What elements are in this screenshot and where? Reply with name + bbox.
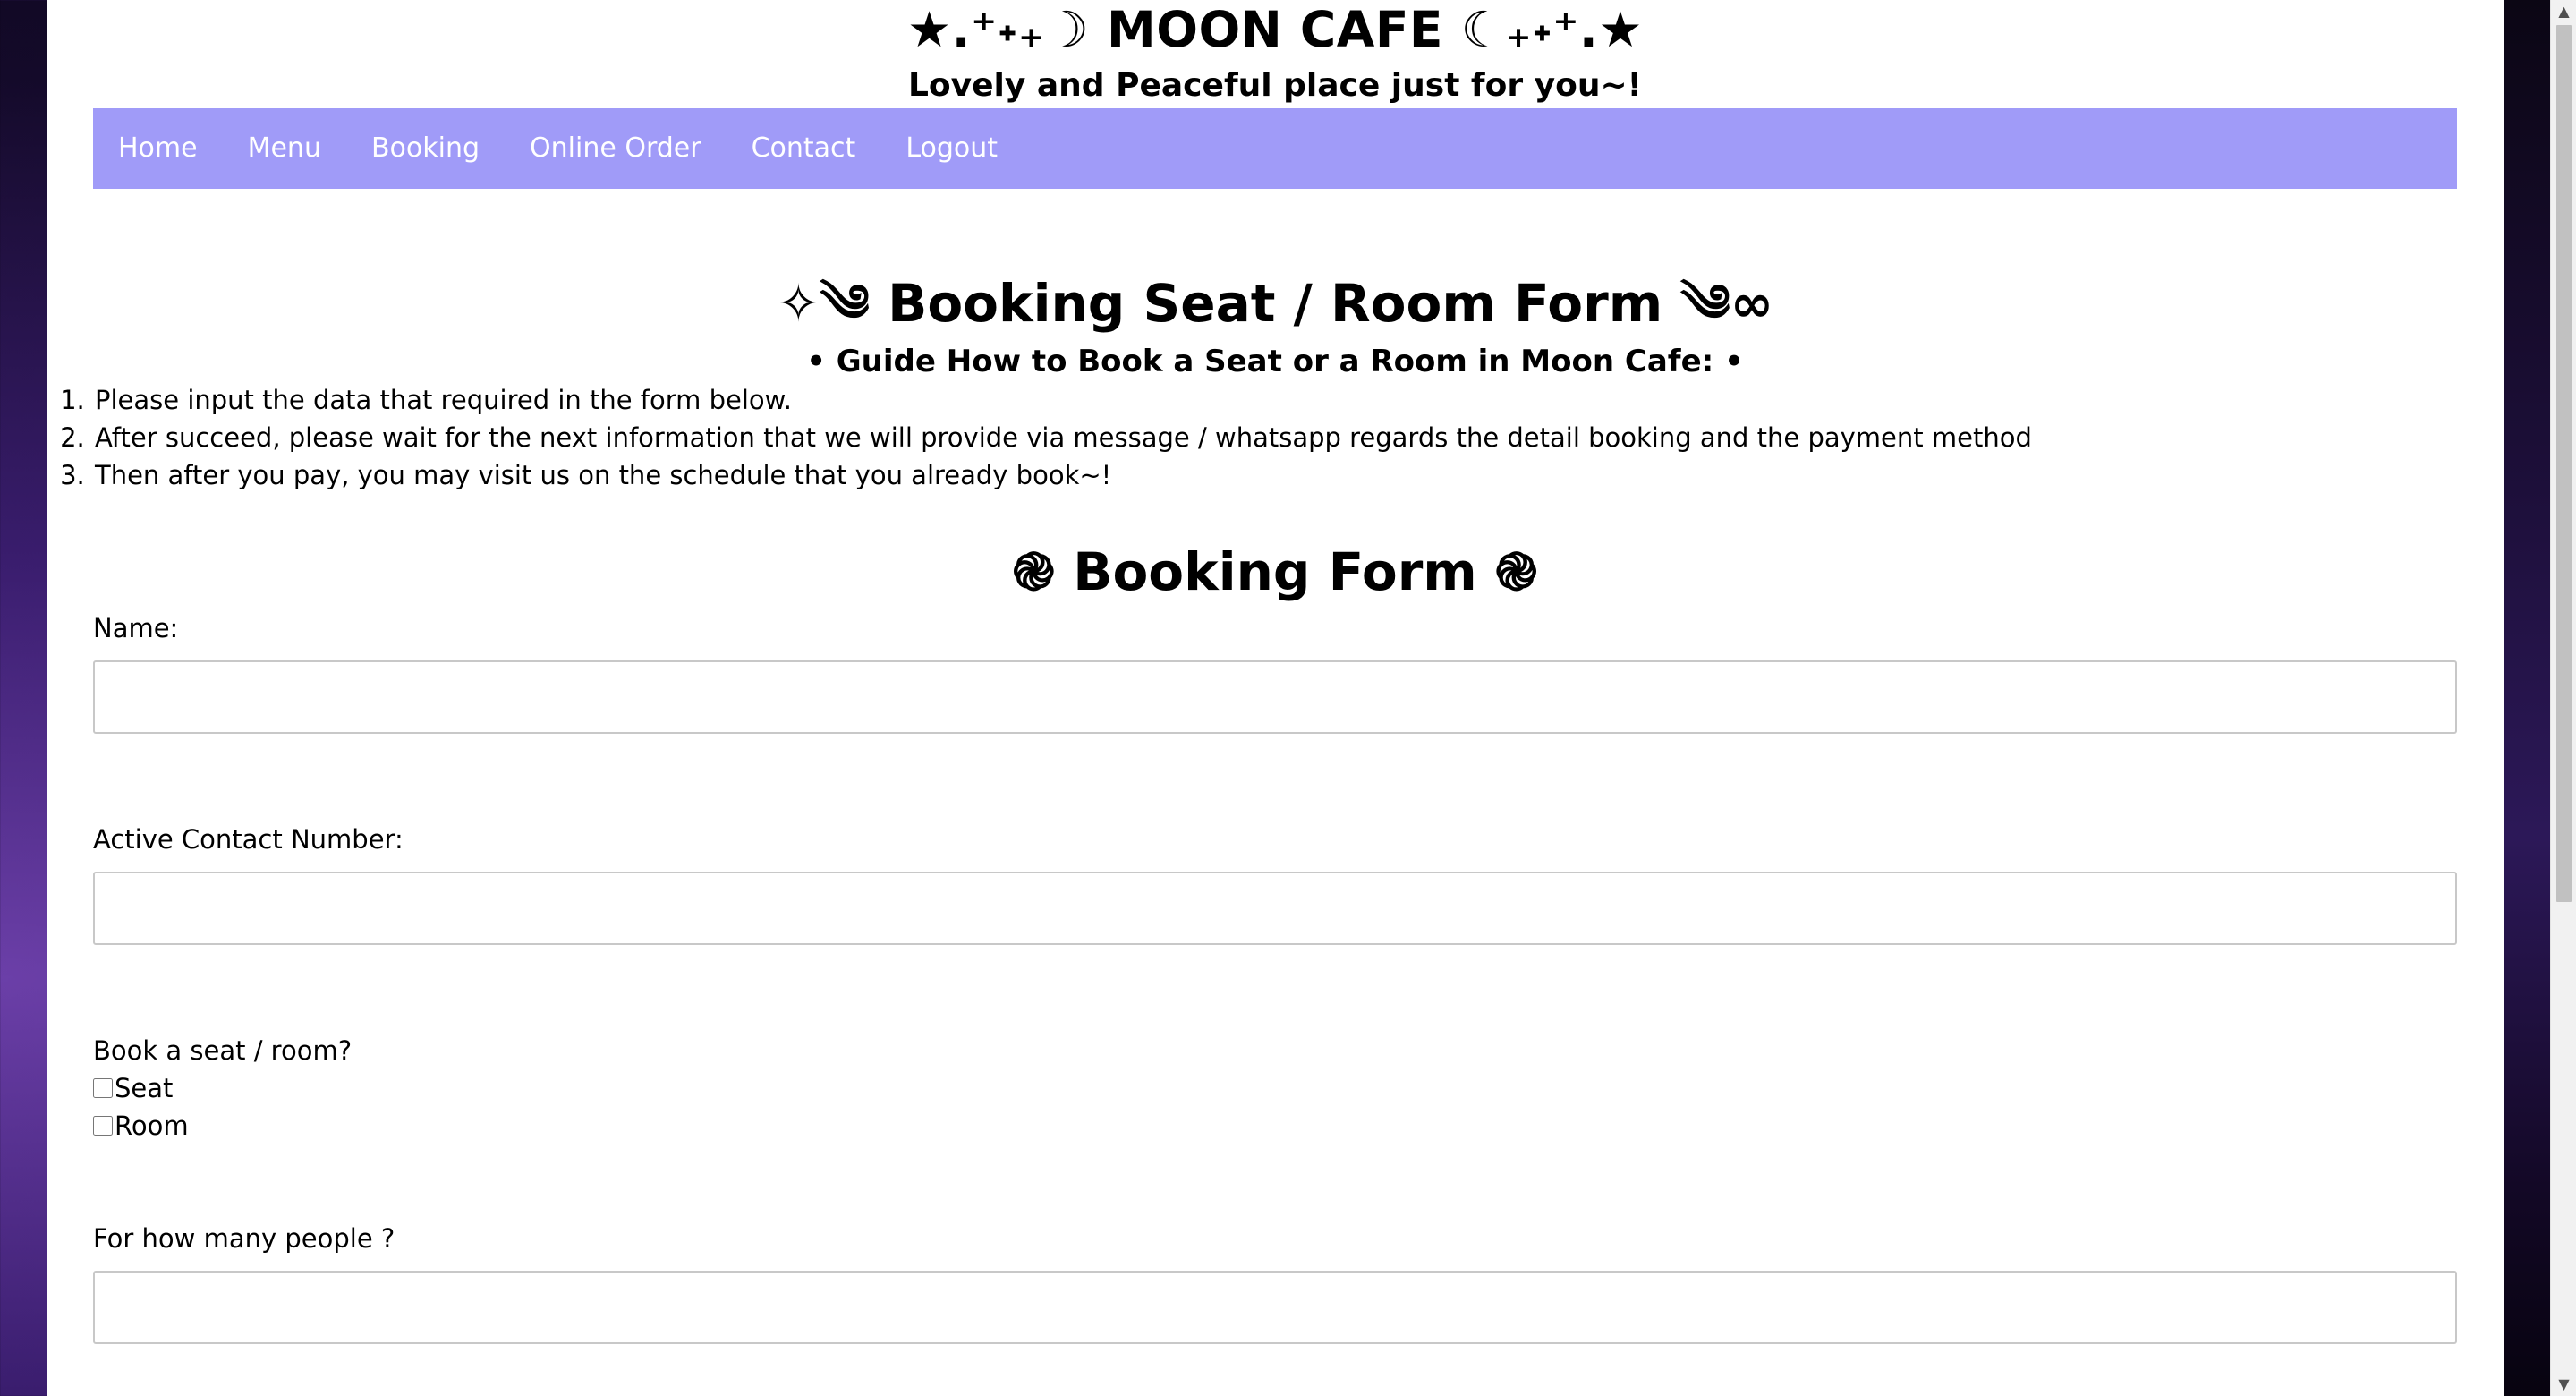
room-checkbox[interactable] — [93, 1116, 113, 1136]
nav-booking[interactable]: Booking — [346, 108, 505, 189]
room-option-label: Room — [115, 1111, 189, 1141]
nav-logout[interactable]: Logout — [880, 108, 1023, 189]
vertical-scrollbar[interactable]: ▲ ▼ — [2550, 0, 2576, 1396]
nav-contact[interactable]: Contact — [727, 108, 881, 189]
guide-step: Then after you pay, you may visit us on … — [93, 456, 2464, 494]
page-content: ★.⁺˖₊☽ MOON CAFE ☾₊˖⁺.★ Lovely and Peace… — [47, 0, 2504, 1396]
contact-number-input[interactable] — [93, 872, 2457, 945]
scroll-up-icon[interactable]: ▲ — [2551, 0, 2576, 23]
scroll-down-icon[interactable]: ▼ — [2551, 1373, 2576, 1396]
booking-form-title: ֎ Booking Form ֎ — [1012, 541, 1538, 602]
contact-number-label: Active Contact Number: — [93, 824, 404, 855]
nav-menu[interactable]: Menu — [223, 108, 346, 189]
guide-step: Please input the data that required in t… — [93, 381, 2464, 419]
guide-steps-list: Please input the data that required in t… — [47, 381, 2464, 494]
nav-online-order[interactable]: Online Order — [505, 108, 727, 189]
guide-title: • Guide How to Book a Seat or a Room in … — [806, 344, 1744, 379]
people-count-input[interactable] — [93, 1271, 2457, 1344]
site-title: ★.⁺˖₊☽ MOON CAFE ☾₊˖⁺.★ — [906, 1, 1644, 58]
background-right-strip — [2504, 0, 2550, 1396]
main-navbar: Home Menu Booking Online Order Contact L… — [93, 108, 2457, 189]
site-tagline: Lovely and Peaceful place just for you~! — [907, 67, 1643, 104]
scrollbar-thumb[interactable] — [2556, 25, 2572, 902]
booking-page-title: ✧༄ Booking Seat / Room Form ༄∞ — [776, 273, 1774, 334]
seat-option[interactable]: Seat — [93, 1070, 173, 1106]
book-type-label: Book a seat / room? — [93, 1035, 353, 1066]
people-count-label: For how many people ? — [93, 1223, 395, 1254]
name-input[interactable] — [93, 660, 2457, 734]
nav-home[interactable]: Home — [93, 108, 223, 189]
seat-option-label: Seat — [115, 1073, 174, 1103]
name-label: Name: — [93, 613, 179, 643]
seat-checkbox[interactable] — [93, 1078, 113, 1098]
room-option[interactable]: Room — [93, 1108, 189, 1144]
guide-step: After succeed, please wait for the next … — [93, 419, 2464, 456]
